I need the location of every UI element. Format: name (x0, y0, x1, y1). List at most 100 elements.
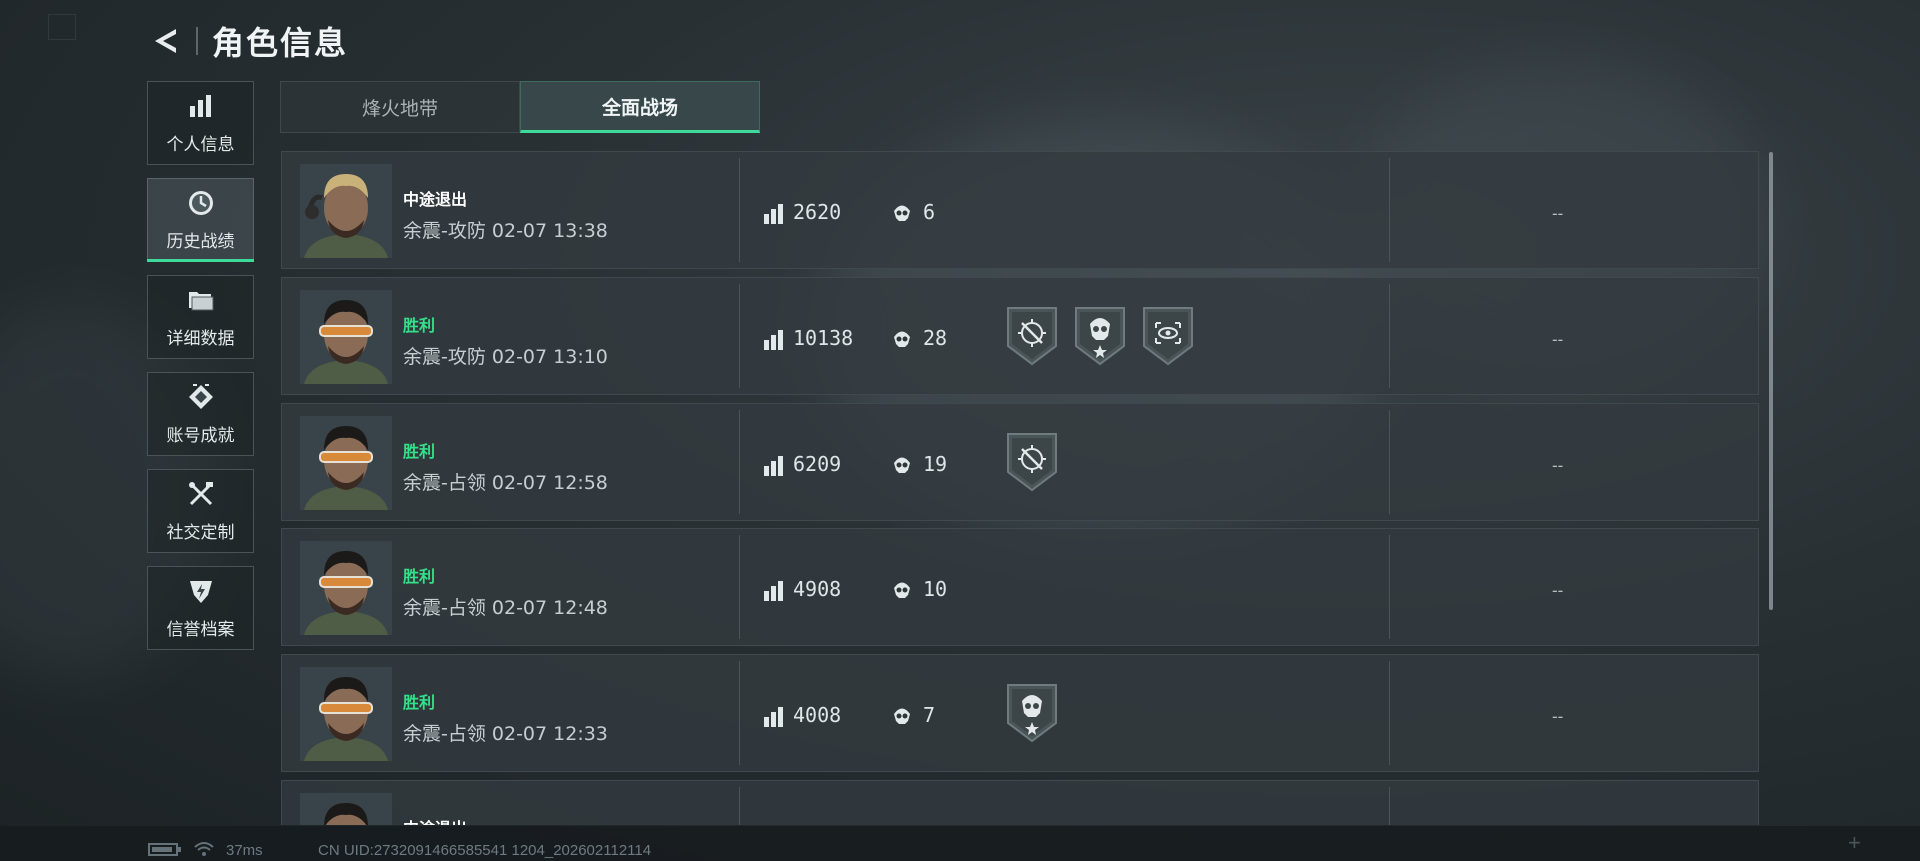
skull-icon (891, 202, 913, 224)
shield-lightning-icon (186, 577, 216, 605)
sidebar-item-personal-info[interactable]: 个人信息 (147, 81, 254, 165)
column-divider (739, 787, 740, 825)
match-score: 2620 (793, 200, 842, 224)
sidebar-item-detailed-data[interactable]: 详细数据 (147, 275, 254, 359)
match-kills: 19 (923, 452, 948, 476)
operator-portrait (300, 541, 392, 635)
sidebar-item-label: 信誉档案 (166, 619, 235, 640)
skull-icon (891, 579, 913, 601)
match-result: 胜利 (403, 567, 436, 586)
match-row[interactable]: 胜利 余震-占领 02-07 12:33 4008 7 -- (281, 654, 1759, 772)
match-mode-time: 余震-攻防 02-07 13:10 (403, 346, 608, 368)
column-divider (1389, 410, 1390, 514)
list-scrollbar[interactable] (1769, 152, 1773, 610)
sidebar: 个人信息 历史战绩 详细数据 账号成就 社交定制 信誉档案 (147, 81, 256, 663)
skull-star-badge-icon[interactable] (1074, 306, 1126, 371)
match-kills: 10 (923, 577, 948, 601)
operator-portrait (300, 416, 392, 510)
sidebar-item-label: 详细数据 (166, 328, 235, 349)
skull-icon (891, 454, 913, 476)
column-divider (1389, 535, 1390, 639)
match-result: 中途退出 (403, 190, 468, 209)
header-separator (196, 27, 198, 55)
corner-frame (48, 14, 76, 40)
operator-portrait (300, 164, 392, 258)
match-mode-time: 余震-占领 02-07 12:33 (403, 723, 608, 745)
match-result: 胜利 (403, 693, 436, 712)
match-row[interactable]: 胜利余震-占领 02-07 12:48 4908 10 -- (281, 528, 1759, 646)
skull-star-badge-icon[interactable] (1006, 683, 1058, 748)
match-score: 4908 (793, 577, 842, 601)
medal-badges (1006, 683, 1058, 748)
score-icon (763, 456, 785, 476)
corner-marker: + (1848, 830, 1861, 855)
skull-icon (891, 328, 913, 350)
status-bar (0, 826, 1920, 861)
sidebar-item-social-custom[interactable]: 社交定制 (147, 469, 254, 553)
page-header: 角色信息 (148, 20, 348, 62)
skull-icon (891, 705, 913, 727)
medal-badges (1006, 432, 1058, 497)
tab-hazard-zone[interactable]: 烽火地带 (280, 81, 520, 133)
page-title: 角色信息 (212, 24, 349, 62)
match-history-list[interactable]: 中途退出 余震-攻防 02-07 13:38 2620 6 -- 胜利 余震-攻防 02-… (281, 151, 1759, 825)
tab-full-battlefield[interactable]: 全面战场 (520, 81, 760, 133)
empty-value: -- (1552, 330, 1564, 349)
match-mode-time: 余震-占领 02-07 12:58 (403, 472, 608, 494)
column-divider (1389, 158, 1390, 262)
mode-tabs: 烽火地带 全面战场 (280, 81, 760, 133)
user-uid: CN UID:2732091466585541 1204_20260211211… (318, 842, 652, 859)
match-score: 10138 (793, 326, 854, 350)
column-divider (739, 284, 740, 388)
match-mode-time: 余震-占领 02-07 12:48 (403, 597, 608, 619)
back-button[interactable] (148, 24, 182, 58)
sidebar-item-reputation[interactable]: 信誉档案 (147, 566, 254, 650)
match-row[interactable]: 中途退出 (281, 780, 1759, 825)
match-score: 4008 (793, 703, 842, 727)
ping-value: 37ms (226, 842, 263, 859)
match-mode-time: 余震-攻防 02-07 13:38 (403, 220, 608, 242)
clock-icon (186, 189, 216, 217)
column-divider (739, 661, 740, 765)
column-divider (739, 535, 740, 639)
sidebar-item-achievements[interactable]: 账号成就 (147, 372, 254, 456)
folder-icon (186, 286, 216, 314)
match-row[interactable]: 中途退出余震-攻防 02-07 13:38 2620 6 -- (281, 151, 1759, 269)
sidebar-item-label: 社交定制 (166, 522, 235, 543)
crosshair-badge-icon[interactable] (1006, 306, 1058, 371)
wifi-icon (194, 842, 214, 856)
battery-icon (148, 843, 181, 856)
score-icon (763, 204, 785, 224)
sidebar-item-label: 账号成就 (166, 425, 235, 446)
empty-value: -- (1552, 707, 1564, 726)
column-divider (739, 410, 740, 514)
operator-portrait (300, 667, 392, 761)
tools-icon (186, 480, 216, 508)
eye-target-badge-icon[interactable] (1142, 306, 1194, 371)
match-row[interactable]: 胜利余震-攻防 02-07 13:10 10138 28 -- (281, 277, 1759, 395)
operator-portrait (300, 290, 392, 384)
bar-chart-icon (186, 92, 216, 120)
empty-value: -- (1552, 204, 1564, 223)
sidebar-item-label: 历史战绩 (166, 231, 235, 252)
empty-value: -- (1552, 456, 1564, 475)
operator-portrait (300, 793, 392, 825)
crosshair-badge-icon[interactable] (1006, 432, 1058, 497)
back-arrow-icon (155, 29, 176, 53)
score-icon (763, 330, 785, 350)
column-divider (1389, 284, 1390, 388)
match-kills: 6 (923, 200, 936, 224)
empty-value: -- (1552, 581, 1564, 600)
score-icon (763, 707, 785, 727)
medal-badges (1006, 306, 1194, 371)
column-divider (739, 158, 740, 262)
match-result: 胜利 (403, 442, 436, 461)
match-kills: 28 (923, 326, 948, 350)
sidebar-item-match-history[interactable]: 历史战绩 (147, 178, 254, 262)
match-row[interactable]: 胜利余震-占领 02-07 12:58 6209 19 -- (281, 403, 1759, 521)
achievement-icon (186, 383, 216, 411)
match-result: 胜利 (403, 316, 436, 335)
match-result: 中途退出 (403, 815, 467, 825)
match-score: 6209 (793, 452, 842, 476)
score-icon (763, 581, 785, 601)
